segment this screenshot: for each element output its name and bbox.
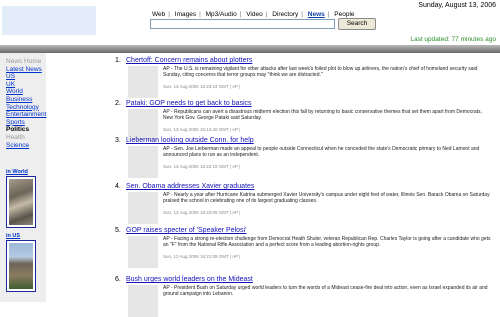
tab-people[interactable]: People [334, 11, 354, 18]
story-title-link[interactable]: Lieberman looking outside Conn. for help [126, 137, 254, 144]
us-photo-thumbnail[interactable] [6, 240, 36, 292]
sidebar-item-science[interactable]: Science [6, 142, 46, 150]
tab-video[interactable]: Video [246, 11, 263, 18]
tab-images[interactable]: Images [175, 11, 196, 18]
sidebar-item-us[interactable]: US [6, 73, 46, 81]
tab-mp3-audio[interactable]: Mp3/Audio [206, 11, 237, 18]
story-title-link[interactable]: Pataki: GOP needs to get back to basics [126, 100, 252, 107]
search-input[interactable] [150, 19, 335, 29]
story-meta: Sun, 13 Aug 2006 16:23:24 GMT | AP | [163, 84, 241, 89]
current-date: Sunday, August 13, 2006 [418, 2, 496, 9]
sidebar-item-sports[interactable]: Sports [6, 119, 46, 127]
tab-news[interactable]: News [308, 11, 325, 18]
sidebar-item-politics: Politics [6, 126, 30, 134]
sidebar-item-news-home[interactable]: News Home [6, 58, 46, 66]
story-title-link[interactable]: Chertoff: Concern remains about plotters [126, 57, 252, 64]
story-meta: Sun, 13 Aug 2006 16:14:40 GMT | AP | [163, 127, 241, 132]
sidebar-item-uk[interactable]: UK [6, 81, 46, 89]
sidebar-item-world[interactable]: World [6, 88, 46, 96]
site-logo[interactable] [2, 6, 96, 35]
story-photo[interactable] [128, 236, 158, 268]
story-number: 3. [115, 137, 121, 144]
story-summary: AP - Sen. Joe Lieberman made an appeal t… [163, 146, 480, 158]
sidebar-item-technology[interactable]: Technology [6, 104, 46, 112]
sidebar-item-health[interactable]: Health [6, 134, 46, 142]
nav-separator: | [199, 11, 201, 18]
nav-separator: | [327, 11, 330, 18]
story-number: 4. [115, 183, 121, 190]
story-title-link[interactable]: GOP raises specter of 'Speaker Pelosi' [126, 227, 246, 234]
story-meta: Sun, 13 Aug 2006 16:21:08 GMT | AP | [163, 254, 241, 259]
story-number: 6. [115, 276, 121, 283]
nav-separator: | [168, 11, 170, 18]
nav-separator: | [265, 11, 268, 18]
story-summary: AP - Facing a strong re-election challen… [163, 236, 491, 248]
story-title-link[interactable]: Sen. Obama addresses Xavier graduates [126, 183, 254, 190]
nav-separator: | [301, 11, 303, 18]
story-number: 2. [115, 100, 121, 107]
tab-directory[interactable]: Directory [272, 11, 298, 18]
story-summary: AP - Nearly a year after Hurricane Katri… [163, 192, 490, 204]
story-photo[interactable] [128, 146, 158, 178]
story-meta: Sun, 13 Aug 2006 16:22:19 GMT | AP | [163, 164, 241, 169]
story-photo[interactable] [128, 285, 158, 317]
world-photo [9, 179, 33, 225]
nav-separator: | [239, 11, 242, 18]
story-title-link[interactable]: Bush urges world leaders on the Mideast [126, 276, 253, 283]
sidebar-nav: News Home Latest News US UK World Busine… [6, 58, 46, 149]
story-summary: AP - President Bush on Saturday urged wo… [163, 285, 488, 297]
story-summary: AP - The U.S. is remaining vigilant for … [163, 66, 478, 78]
in-world-label[interactable]: in World [6, 169, 28, 175]
story-summary: AP - Republicans can avert a disastrous … [163, 109, 482, 121]
search-button[interactable]: Search [338, 18, 376, 30]
header-divider-bar [0, 45, 500, 53]
search-nav-tabs: Web | Images | Mp3/Audio | Video | Directory… [152, 11, 355, 18]
story-photo[interactable] [128, 192, 158, 224]
in-us-label[interactable]: in US [6, 233, 20, 239]
tab-web[interactable]: Web [152, 11, 165, 18]
last-updated: Last updated: 77 minutes ago [410, 36, 496, 43]
sidebar-item-entertainment[interactable]: Entertainment [6, 111, 46, 119]
story-number: 5. [115, 227, 121, 234]
sidebar-item-business[interactable]: Business [6, 96, 46, 104]
story-meta: Sun, 13 Aug 2006 16:22:09 GMT | AP | [163, 210, 241, 215]
story-photo[interactable] [128, 66, 158, 98]
sidebar-item-latest-news[interactable]: Latest News [6, 66, 46, 74]
story-number: 1. [115, 57, 121, 64]
world-photo-thumbnail[interactable] [6, 176, 36, 228]
us-photo [9, 243, 33, 289]
